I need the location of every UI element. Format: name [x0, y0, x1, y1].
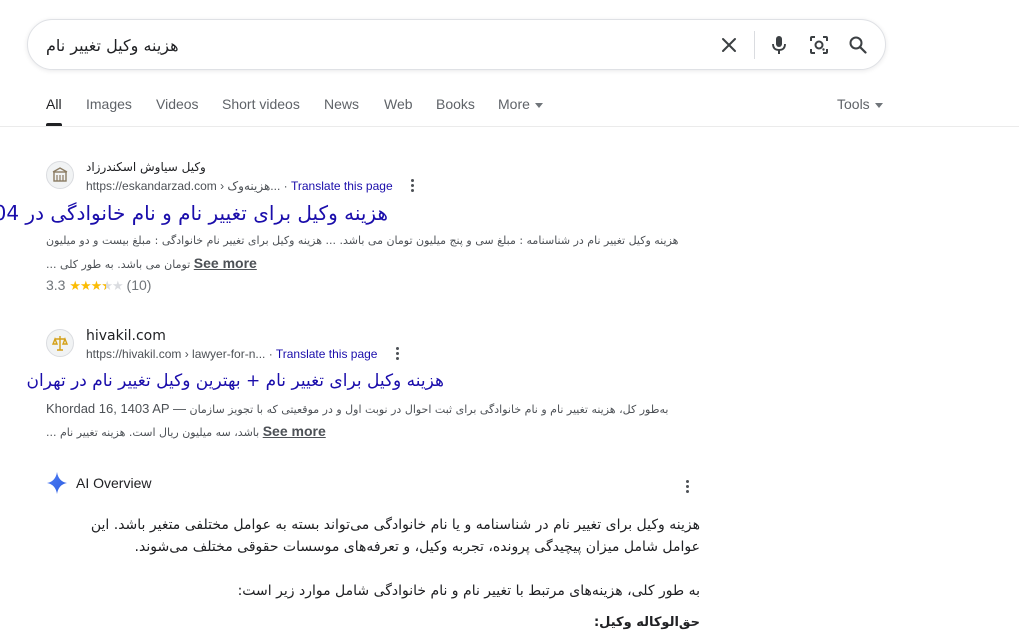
- more-options-icon[interactable]: [396, 346, 400, 362]
- tab-videos[interactable]: Videos: [156, 96, 199, 112]
- result-title[interactable]: هزینه وکیل برای تغییر نام و نام خانوادگی…: [0, 201, 388, 225]
- lens-icon[interactable]: [807, 33, 831, 57]
- result-url[interactable]: https://eskandarzad.com › هزینه‌وک... · …: [86, 179, 393, 193]
- tools-label: Tools: [837, 96, 870, 112]
- snippet-ellipsis-text: تومان می باشد. به طور کلی ...: [46, 258, 191, 271]
- result-snippet-line-1: هزینه وکیل تغییر نام در شناسنامه : مبلغ …: [46, 234, 679, 247]
- see-more-link[interactable]: See more: [263, 423, 326, 439]
- result-snippet-line-1: Khordad 16, 1403 AP — به‌طور کل، هزینه ت…: [46, 401, 668, 416]
- rating-stars: ★★★★★★: [69, 278, 123, 293]
- result-url[interactable]: https://hivakil.com › lawyer-for-n... · …: [86, 347, 377, 361]
- tab-web[interactable]: Web: [384, 96, 413, 112]
- site-favicon[interactable]: [46, 161, 74, 189]
- more-options-icon[interactable]: [411, 178, 415, 194]
- tab-images[interactable]: Images: [86, 96, 132, 112]
- site-name[interactable]: hivakil.com: [86, 328, 166, 344]
- ai-overview-paragraph: هزینه وکیل برای تغییر نام در شناسنامه و …: [90, 517, 700, 555]
- gemini-sparkle-icon: [46, 471, 68, 500]
- tools-button[interactable]: Tools: [837, 96, 883, 112]
- search-box[interactable]: [27, 19, 886, 70]
- search-divider: [754, 31, 755, 59]
- see-more-link[interactable]: See more: [194, 255, 257, 271]
- search-result: وکیل سیاوش اسکندرزاد https://eskandarzad…: [0, 160, 706, 296]
- tabs-divider: [0, 126, 1019, 127]
- ai-overview-subheading: حق‌الوکاله وکیل:: [593, 615, 700, 630]
- search-icon[interactable]: [846, 33, 870, 57]
- tab-books[interactable]: Books: [436, 96, 475, 112]
- tab-short-videos[interactable]: Short videos: [222, 96, 300, 112]
- more-options-icon[interactable]: [686, 479, 690, 495]
- site-favicon[interactable]: [46, 329, 74, 357]
- site-name[interactable]: وکیل سیاوش اسکندرزاد: [86, 160, 206, 174]
- tab-more[interactable]: More: [498, 96, 543, 112]
- search-input[interactable]: [46, 33, 686, 57]
- result-date: Khordad 16, 1403 AP —: [46, 401, 186, 416]
- result-url-text: https://eskandarzad.com › هزینه‌وک...: [86, 179, 281, 193]
- close-icon[interactable]: [717, 33, 741, 57]
- mic-icon[interactable]: [767, 33, 791, 57]
- ai-overview-label: AI Overview: [76, 475, 152, 491]
- rating-value: 3.3: [46, 277, 66, 293]
- ai-overview-paragraph: به طور کلی، هزینه‌های مرتبط با تغییر نام…: [237, 583, 700, 599]
- chevron-down-icon: [874, 102, 883, 108]
- snippet-ellipsis-text: باشد، سه میلیون ریال است. هزینه تغییر نا…: [46, 426, 260, 439]
- result-url-text: https://hivakil.com › lawyer-for-n...: [86, 347, 266, 361]
- tab-all[interactable]: All: [46, 96, 62, 112]
- result-title[interactable]: هزینه وکیل برای تغییر نام + بهترین وکیل …: [27, 371, 444, 391]
- result-snippet-line-2: باشد، سه میلیون ریال است. هزینه تغییر نا…: [46, 423, 326, 439]
- rating-count: (10): [126, 277, 152, 293]
- snippet-text: به‌طور کل، هزینه تغییر نام و نام خانوادگ…: [189, 403, 669, 416]
- translate-link[interactable]: Translate this page: [276, 347, 378, 361]
- translate-link[interactable]: Translate this page: [291, 179, 393, 193]
- search-result: hivakil.com https://hivakil.com › lawyer…: [27, 328, 706, 444]
- result-snippet-line-2: تومان می باشد. به طور کلی ... See more: [46, 255, 257, 271]
- chevron-down-icon: [534, 102, 543, 108]
- rating: 3.3 ★★★★★★ (10): [46, 277, 151, 294]
- tab-more-label: More: [498, 96, 530, 112]
- tab-news[interactable]: News: [324, 96, 359, 112]
